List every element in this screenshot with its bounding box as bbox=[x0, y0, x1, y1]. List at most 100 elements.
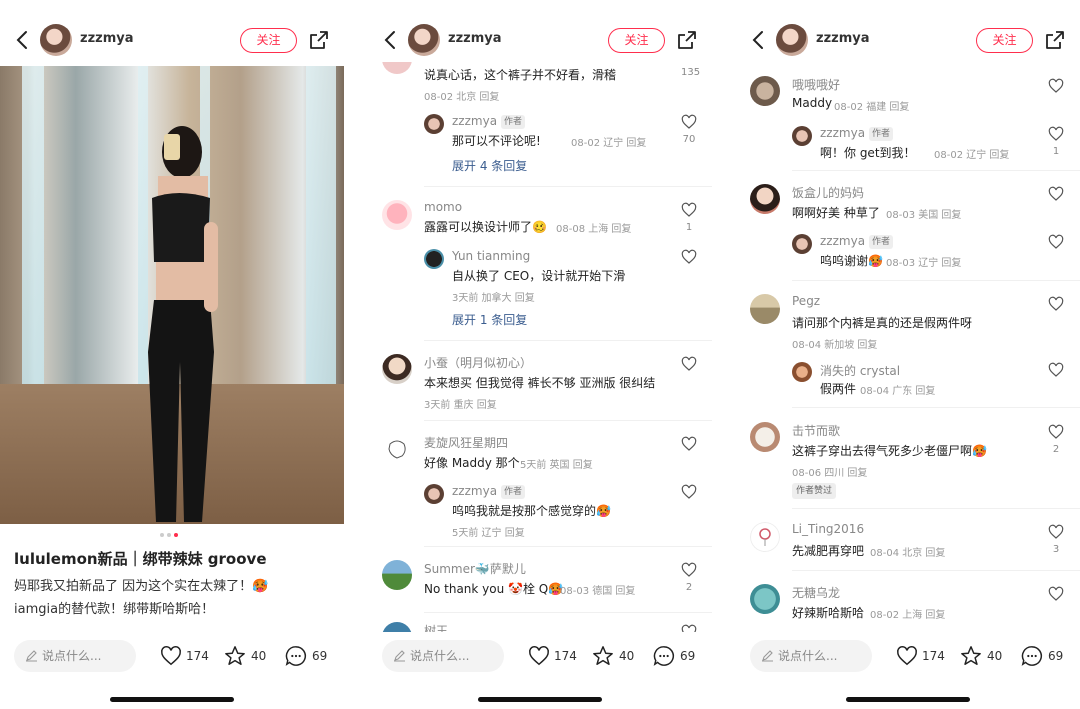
comment-list[interactable]: 说真心话，这个裤子并不好看，滑稽 135 08-02 北京 回复 zzzmya 作… bbox=[368, 62, 712, 632]
comment-input[interactable]: 说点什么... bbox=[750, 640, 872, 672]
reply-meta[interactable]: 08-02 辽宁 回复 bbox=[934, 146, 1009, 161]
expand-replies-link[interactable]: 展开 4 条回复 bbox=[452, 157, 527, 174]
heart-icon[interactable] bbox=[1048, 78, 1064, 94]
expand-replies-link[interactable]: 展开 1 条回复 bbox=[452, 311, 527, 328]
heart-icon[interactable] bbox=[681, 202, 697, 218]
post-photo[interactable] bbox=[0, 66, 344, 524]
heart-icon[interactable] bbox=[1048, 524, 1064, 540]
share-icon[interactable] bbox=[309, 30, 329, 50]
heart-icon[interactable] bbox=[681, 484, 697, 500]
comment-button[interactable]: 69 bbox=[285, 644, 333, 668]
comment-meta[interactable]: 08-04 北京 回复 bbox=[870, 544, 945, 559]
heart-icon[interactable] bbox=[681, 624, 697, 632]
chevron-left-icon[interactable] bbox=[750, 30, 768, 50]
comment-meta[interactable]: 08-04 新加坡 回复 bbox=[792, 336, 877, 351]
reply-meta[interactable]: 3天前 加拿大 回复 bbox=[452, 289, 535, 304]
heart-icon[interactable] bbox=[1048, 126, 1064, 142]
heart-icon[interactable] bbox=[681, 249, 697, 265]
comment-button[interactable]: 69 bbox=[653, 644, 701, 668]
heart-icon[interactable] bbox=[1048, 362, 1064, 378]
avatar[interactable] bbox=[408, 24, 440, 56]
comment-list[interactable]: 哦哦哦好 Maddy 08-02 福建 回复 zzzmya 作者 啊！你 get到… bbox=[736, 62, 1080, 632]
heart-icon[interactable] bbox=[681, 436, 697, 452]
author-username[interactable]: zzzmya bbox=[448, 31, 502, 46]
like-button[interactable]: 174 bbox=[896, 644, 946, 668]
follow-button[interactable]: 关注 bbox=[608, 28, 665, 53]
comment-author[interactable]: 哦哦哦好 bbox=[792, 76, 840, 93]
avatar[interactable] bbox=[382, 354, 412, 384]
avatar[interactable] bbox=[750, 76, 780, 106]
comment-author[interactable]: 饭盒儿的妈妈 bbox=[792, 184, 864, 201]
heart-icon[interactable] bbox=[681, 562, 697, 578]
comment-meta[interactable]: 5天前 英国 回复 bbox=[520, 456, 593, 471]
avatar[interactable] bbox=[792, 126, 812, 146]
comment-meta[interactable]: 08-03 德国 回复 bbox=[560, 582, 635, 597]
comment-meta[interactable]: 08-02 北京 回复 bbox=[424, 88, 499, 103]
heart-icon[interactable] bbox=[1048, 586, 1064, 602]
avatar[interactable] bbox=[750, 184, 780, 214]
heart-icon[interactable] bbox=[1048, 424, 1064, 440]
reply-meta[interactable]: 08-03 辽宁 回复 bbox=[886, 254, 961, 269]
heart-icon[interactable] bbox=[1048, 186, 1064, 202]
avatar[interactable] bbox=[792, 234, 812, 254]
comment-author[interactable]: momo bbox=[424, 200, 462, 214]
avatar[interactable] bbox=[424, 249, 444, 269]
follow-button[interactable]: 关注 bbox=[976, 28, 1033, 53]
like-button[interactable]: 174 bbox=[160, 644, 210, 668]
reply-meta[interactable]: 08-04 广东 回复 bbox=[860, 382, 935, 397]
avatar[interactable] bbox=[382, 434, 412, 464]
comment-meta[interactable]: 3天前 重庆 回复 bbox=[424, 396, 497, 411]
reply-meta[interactable]: 5天前 辽宁 回复 bbox=[452, 524, 525, 539]
comment-meta[interactable]: 08-08 上海 回复 bbox=[556, 220, 631, 235]
avatar[interactable] bbox=[382, 560, 412, 590]
avatar[interactable] bbox=[40, 24, 72, 56]
follow-button[interactable]: 关注 bbox=[240, 28, 297, 53]
reply-author[interactable]: zzzmya 作者 bbox=[452, 484, 526, 499]
comment-author[interactable]: Summer🐳萨默儿 bbox=[424, 560, 526, 577]
author-username[interactable]: zzzmya bbox=[816, 31, 870, 46]
author-username[interactable]: zzzmya bbox=[80, 31, 134, 46]
avatar[interactable] bbox=[776, 24, 808, 56]
comment-input[interactable]: 说点什么... bbox=[14, 640, 136, 672]
reply-author[interactable]: zzzmya 作者 bbox=[452, 114, 526, 129]
comment-button[interactable]: 69 bbox=[1021, 644, 1069, 668]
share-icon[interactable] bbox=[677, 30, 697, 50]
avatar[interactable] bbox=[382, 200, 412, 230]
avatar[interactable] bbox=[424, 114, 444, 134]
comment-meta[interactable]: 08-02 福建 回复 bbox=[834, 98, 909, 113]
collect-button[interactable]: 40 bbox=[592, 644, 638, 668]
comment-author[interactable]: 小蚕（明月似初心） bbox=[424, 354, 532, 371]
avatar[interactable] bbox=[792, 362, 812, 382]
share-icon[interactable] bbox=[1045, 30, 1065, 50]
avatar[interactable] bbox=[750, 294, 780, 324]
reply-author[interactable]: zzzmya 作者 bbox=[820, 126, 894, 141]
comment-meta[interactable]: 08-03 美国 回复 bbox=[886, 206, 961, 221]
reply-author[interactable]: zzzmya 作者 bbox=[820, 234, 894, 249]
heart-icon[interactable] bbox=[681, 114, 697, 130]
comment-author[interactable]: 麦旋风狂星期四 bbox=[424, 434, 508, 451]
reply-author[interactable]: 消失的 crystal bbox=[820, 362, 900, 379]
comment-meta[interactable]: 08-02 上海 回复 bbox=[870, 606, 945, 621]
avatar[interactable] bbox=[424, 484, 444, 504]
comment-author[interactable]: 无糖乌龙 bbox=[792, 584, 840, 601]
like-button[interactable]: 174 bbox=[528, 644, 578, 668]
avatar[interactable] bbox=[750, 422, 780, 452]
chevron-left-icon[interactable] bbox=[14, 30, 32, 50]
chevron-left-icon[interactable] bbox=[382, 30, 400, 50]
collect-button[interactable]: 40 bbox=[224, 644, 270, 668]
comment-author[interactable]: 树王 bbox=[424, 622, 448, 632]
avatar[interactable] bbox=[382, 62, 412, 74]
heart-icon[interactable] bbox=[681, 356, 697, 372]
collect-button[interactable]: 40 bbox=[960, 644, 1006, 668]
comment-input[interactable]: 说点什么... bbox=[382, 640, 504, 672]
heart-icon[interactable] bbox=[1048, 296, 1064, 312]
heart-icon[interactable] bbox=[1048, 234, 1064, 250]
reply-meta[interactable]: 08-02 辽宁 回复 bbox=[571, 134, 646, 149]
comment-author[interactable]: 击节而歌 bbox=[792, 422, 840, 439]
avatar[interactable] bbox=[750, 584, 780, 614]
avatar[interactable] bbox=[750, 522, 780, 552]
comment-meta[interactable]: 08-06 四川 回复 bbox=[792, 464, 867, 479]
reply-author[interactable]: Yun tianming bbox=[452, 249, 530, 263]
comment-author[interactable]: Pegz bbox=[792, 294, 820, 308]
avatar[interactable] bbox=[382, 622, 412, 632]
